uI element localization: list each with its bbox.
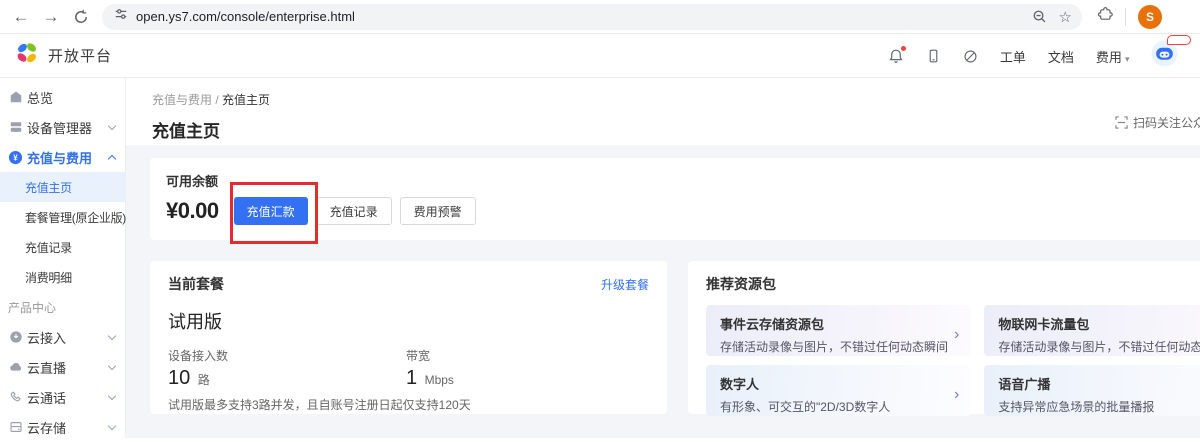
package-tile-event-cloud-storage[interactable]: 事件云存储资源包 存储活动录像与图片，不错过任何动态瞬间 › (706, 305, 971, 356)
chevron-up-icon (108, 154, 116, 162)
breadcrumb: 充值与费用 / 充值主页 (152, 91, 1200, 108)
sidebar-item-consumption-details[interactable]: 消费明细 (0, 262, 125, 292)
mobile-app-icon[interactable] (926, 48, 941, 64)
address-bar[interactable]: open.ys7.com/console/enterprise.html ☆ (102, 4, 1082, 30)
notification-bell-icon[interactable] (888, 48, 904, 64)
package-tile-voice-broadcast[interactable]: 语音广播 支持异常应急场景的批量播报 › (984, 365, 1200, 416)
chevron-down-icon (108, 331, 116, 339)
recommended-packages-card: 推荐资源包 事件云存储资源包 存储活动录像与图片，不错过任何动态瞬间 › 物联网… (688, 261, 1200, 414)
current-plan-card: 当前套餐 升级套餐 试用版 设备接入数 10 路 带宽 (150, 261, 667, 414)
user-avatar[interactable] (1151, 40, 1178, 72)
chevron-down-icon (108, 121, 116, 129)
chevron-down-icon (108, 421, 116, 429)
chevron-down-icon (108, 361, 116, 369)
breadcrumb-parent[interactable]: 充值与费用 (152, 93, 212, 107)
notification-dot (901, 46, 906, 51)
zoom-out-icon[interactable] (1032, 9, 1047, 24)
qr-follow-link[interactable]: 扫码关注公众 (1115, 114, 1200, 131)
stat-device-value: 10 (168, 367, 190, 389)
browser-profile-avatar[interactable]: S (1138, 5, 1162, 29)
divider (1125, 8, 1126, 26)
site-info-icon[interactable] (114, 7, 128, 26)
home-icon (8, 90, 23, 104)
package-tile-digital-human[interactable]: 数字人 有形象、可交互的"2D/3D数字人 › (706, 365, 971, 416)
qr-scan-icon (1115, 116, 1128, 129)
stat-device-count: 设备接入数 10 路 (168, 347, 406, 390)
cloud-access-icon (8, 330, 23, 344)
sidebar: 总览 设备管理器 ¥ 充值与费用 充值主页 套餐管理(原企业版) 充值记录 消费… (0, 78, 126, 438)
recharge-remit-button[interactable]: 充值汇款 (234, 197, 308, 225)
content-header: 充值与费用 / 充值主页 充值主页 扫码关注公众 (126, 78, 1200, 145)
chevron-right-icon: › (954, 327, 959, 343)
extensions-icon[interactable] (1096, 6, 1113, 28)
sidebar-item-billing[interactable]: ¥ 充值与费用 (0, 142, 125, 172)
reload-icon[interactable] (66, 3, 96, 31)
sidebar-item-overview[interactable]: 总览 (0, 82, 125, 112)
stat-device-unit: 路 (198, 373, 210, 387)
stat-bandwidth: 带宽 1 Mbps (406, 347, 644, 390)
stat-bandwidth-value: 1 (406, 367, 417, 389)
sidebar-item-recharge-home[interactable]: 充值主页 (0, 172, 125, 202)
back-icon[interactable]: ← (6, 3, 36, 31)
sidebar-item-recharge-records[interactable]: 充值记录 (0, 232, 125, 262)
cloud-call-icon (8, 390, 23, 404)
content-body: 可用余额 ¥0.00 充值汇款 充值记录 费用预警 当前套餐 升级套餐 试用版 (126, 145, 1200, 438)
cloud-live-icon (8, 360, 23, 374)
nav-work-order[interactable]: 工单 (1000, 47, 1026, 66)
package-tile-iot-data[interactable]: 物联网卡流量包 存储活动录像与图片，不错过任何动态瞬间 › (984, 305, 1200, 356)
caret-down-icon: ▾ (1125, 54, 1130, 64)
cloud-storage-icon (8, 420, 23, 434)
bookmark-star-icon[interactable]: ☆ (1059, 8, 1072, 26)
logo-text: 开放平台 (48, 45, 112, 66)
svg-text:¥: ¥ (13, 153, 18, 162)
sidebar-item-device-manager[interactable]: 设备管理器 (0, 112, 125, 142)
slash-circle-icon[interactable] (963, 49, 978, 64)
nav-docs[interactable]: 文档 (1048, 47, 1074, 66)
breadcrumb-current: 充值主页 (222, 93, 270, 107)
sidebar-item-cloud-access[interactable]: 云接入 (0, 322, 125, 352)
recharge-records-button[interactable]: 充值记录 (316, 197, 392, 225)
browser-chrome: ← → open.ys7.com/console/enterprise.html… (0, 0, 1200, 34)
app-header: 开放平台 工单 文档 费用▾ (0, 34, 1200, 78)
sidebar-item-cloud-live[interactable]: 云直播 (0, 352, 125, 382)
upgrade-plan-link[interactable]: 升级套餐 (601, 276, 649, 293)
chevron-right-icon: › (954, 387, 959, 403)
nav-billing[interactable]: 费用▾ (1096, 47, 1130, 66)
balance-amount: ¥0.00 (166, 198, 219, 224)
sidebar-section-products: 产品中心 (0, 292, 125, 322)
plan-name: 试用版 (168, 308, 649, 334)
plan-note: 试用版最多支持3路并发，且自账号注册日起仅支持120天 (168, 396, 649, 413)
url-text: open.ys7.com/console/enterprise.html (136, 9, 1020, 24)
device-manager-icon (8, 120, 23, 134)
forward-icon[interactable]: → (36, 3, 66, 31)
sidebar-item-plan-management[interactable]: 套餐管理(原企业版) (0, 202, 125, 232)
platform-logo-icon (14, 40, 40, 71)
main-content: 充值与费用 / 充值主页 充值主页 扫码关注公众 可用余额 ¥0.00 充值汇款… (126, 78, 1200, 438)
logo[interactable]: 开放平台 (14, 40, 112, 71)
fee-alert-button[interactable]: 费用预警 (400, 197, 476, 225)
sidebar-item-cloud-call[interactable]: 云通话 (0, 382, 125, 412)
balance-card: 可用余额 ¥0.00 充值汇款 充值记录 费用预警 (150, 158, 1200, 240)
chevron-down-icon (108, 391, 116, 399)
stat-bandwidth-unit: Mbps (425, 373, 454, 387)
page-title: 充值主页 (152, 117, 1200, 142)
balance-label: 可用余额 (166, 171, 1194, 190)
promo-badge (1167, 35, 1191, 45)
billing-yen-icon: ¥ (8, 150, 23, 165)
plan-card-title: 当前套餐 (168, 274, 224, 294)
packages-card-title: 推荐资源包 (706, 274, 776, 294)
